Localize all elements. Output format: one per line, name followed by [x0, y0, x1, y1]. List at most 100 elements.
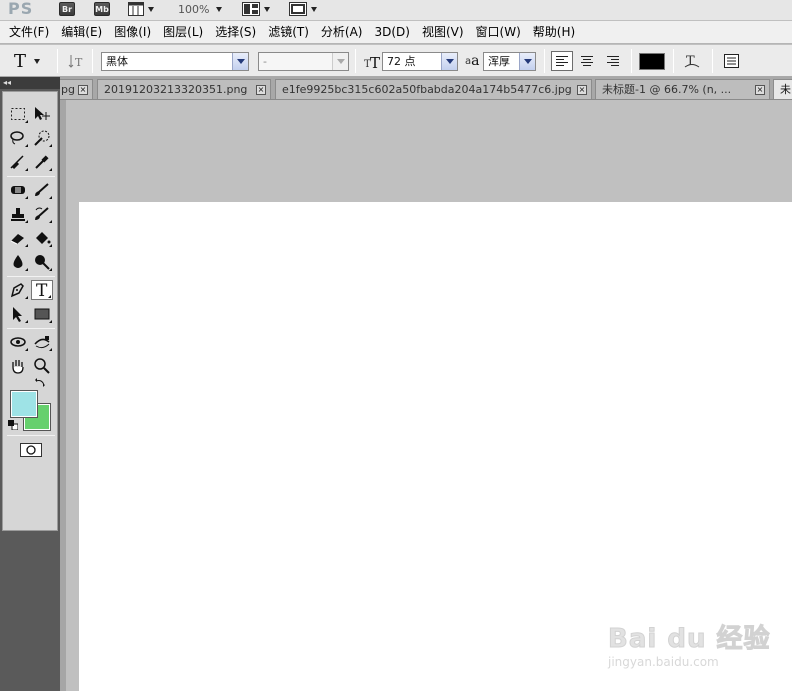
menu-analysis[interactable]: 分析(A): [315, 21, 369, 44]
menu-filter[interactable]: 滤镜(T): [262, 21, 315, 44]
tab-label: 20191203213320351.png: [104, 83, 248, 96]
arrange-icon: [242, 2, 260, 16]
menu-select[interactable]: 选择(S): [209, 21, 262, 44]
tab-document-active[interactable]: 未: [773, 79, 792, 99]
hand-tool[interactable]: [7, 356, 29, 376]
align-left-button[interactable]: [551, 51, 573, 71]
swap-arrow-icon: [35, 378, 45, 387]
arrange-documents-button[interactable]: [242, 0, 270, 18]
pen-tool[interactable]: [7, 280, 29, 300]
svg-text:T: T: [75, 56, 83, 69]
screen-mode-button[interactable]: [289, 0, 317, 18]
menu-view[interactable]: 视图(V): [416, 21, 470, 44]
text-color-swatch[interactable]: [639, 53, 665, 70]
crop-tool[interactable]: [7, 152, 29, 172]
font-size-icon: TT: [364, 45, 382, 77]
menu-3d[interactable]: 3D(D): [368, 21, 415, 44]
separator: [544, 49, 545, 73]
chevron-down-icon: [519, 53, 535, 70]
font-style-select[interactable]: -: [258, 52, 349, 71]
align-center-button[interactable]: [576, 51, 598, 71]
collapse-panel-button[interactable]: ◂◂: [0, 77, 60, 89]
zoom-dropdown-arrow-icon[interactable]: [212, 0, 222, 18]
close-icon[interactable]: ×: [78, 85, 88, 95]
spot-healing-tool[interactable]: [7, 180, 29, 200]
move-tool[interactable]: [31, 104, 53, 124]
dropdown-arrow-icon: [34, 58, 41, 64]
document-tab-bar: pg × 20191203213320351.png × e1fe9925bc3…: [60, 77, 792, 100]
lasso-tool[interactable]: [7, 128, 29, 148]
swap-colors-button[interactable]: [33, 376, 47, 390]
path-selection-tool[interactable]: [7, 304, 29, 324]
blur-tool[interactable]: [7, 252, 29, 272]
marquee-tool[interactable]: [7, 104, 29, 124]
svg-text:T: T: [36, 281, 48, 299]
panel-icon: [724, 54, 739, 68]
quick-mask-button[interactable]: [20, 440, 42, 460]
separator: [57, 49, 58, 73]
dropdown-arrow-icon: [264, 6, 270, 12]
tab-label: e1fe9925bc315c602a50fbabda204a174b5477c6…: [282, 83, 572, 96]
antialias-select[interactable]: 浑厚: [483, 52, 536, 71]
separator: [7, 176, 55, 177]
close-icon[interactable]: ×: [577, 85, 587, 95]
magnifier-icon: [34, 358, 50, 374]
menu-edit[interactable]: 编辑(E): [55, 21, 108, 44]
dodge-tool[interactable]: [31, 252, 53, 272]
paint-bucket-tool[interactable]: [31, 228, 53, 248]
zoom-tool[interactable]: [31, 356, 53, 376]
chevron-down-icon: [232, 53, 248, 70]
character-panel-button[interactable]: [723, 45, 741, 77]
type-tool[interactable]: T: [31, 280, 53, 300]
baidu-watermark: Bai du 经验 jingyan.baidu.com: [600, 606, 780, 676]
photoshop-logo: PS: [8, 0, 34, 18]
chevron-down-icon: [441, 53, 457, 70]
clone-stamp-tool[interactable]: [7, 204, 29, 224]
3d-rotate-tool[interactable]: [7, 332, 29, 352]
font-size-select[interactable]: 72 点: [382, 52, 458, 71]
close-icon[interactable]: ×: [256, 85, 266, 95]
tool-preset-picker[interactable]: T: [14, 45, 41, 77]
tab-document-4[interactable]: 未标题-1 @ 66.7% (n, ... ×: [595, 79, 770, 99]
font-family-value: 黑体: [106, 55, 128, 68]
menu-layer[interactable]: 图层(L): [157, 21, 209, 44]
separator: [712, 49, 713, 73]
hand-icon: [12, 360, 24, 374]
menu-help[interactable]: 帮助(H): [527, 21, 581, 44]
marquee-icon: [11, 108, 25, 120]
align-right-button[interactable]: [601, 51, 623, 71]
font-family-select[interactable]: 黑体: [101, 52, 249, 71]
eraser-tool[interactable]: [7, 228, 29, 248]
eyedropper-tool[interactable]: [31, 152, 53, 172]
history-brush-tool[interactable]: [31, 204, 53, 224]
menu-file[interactable]: 文件(F): [3, 21, 55, 44]
zoom-level[interactable]: 100%: [178, 0, 209, 18]
separator: [673, 49, 674, 73]
toggle-text-orientation-button[interactable]: T: [68, 45, 84, 77]
warp-text-button[interactable]: T: [683, 45, 701, 77]
move-icon: [35, 107, 50, 120]
3d-orbit-tool[interactable]: [31, 332, 53, 352]
chevron-down-icon: [332, 53, 348, 70]
dropdown-arrow-icon: [148, 6, 154, 12]
tab-document-3[interactable]: e1fe9925bc315c602a50fbabda204a174b5477c6…: [275, 79, 592, 99]
tab-document-2[interactable]: 20191203213320351.png ×: [97, 79, 271, 99]
separator: [7, 435, 55, 436]
rectangle-tool[interactable]: [31, 304, 53, 324]
close-icon[interactable]: ×: [755, 85, 765, 95]
menu-window[interactable]: 窗口(W): [470, 21, 527, 44]
brush-tool[interactable]: [31, 180, 53, 200]
tools-container: T: [2, 91, 58, 531]
mini-bridge-button[interactable]: Mb: [94, 2, 110, 16]
tab-document-1[interactable]: pg ×: [60, 79, 93, 99]
options-bar: T T 黑体 - TT 72 点 aa 浑厚 T: [0, 45, 792, 77]
watermark-brand: Bai du 经验: [608, 624, 771, 655]
view-extras-button[interactable]: [128, 0, 154, 18]
default-colors-button[interactable]: [7, 419, 19, 431]
foreground-color-swatch[interactable]: [10, 390, 38, 418]
bridge-button[interactable]: Br: [59, 2, 75, 16]
grid-icon: [128, 2, 144, 16]
menu-image[interactable]: 图像(I): [108, 21, 157, 44]
quick-selection-tool[interactable]: [31, 128, 53, 148]
workspace-edge: [60, 100, 66, 691]
